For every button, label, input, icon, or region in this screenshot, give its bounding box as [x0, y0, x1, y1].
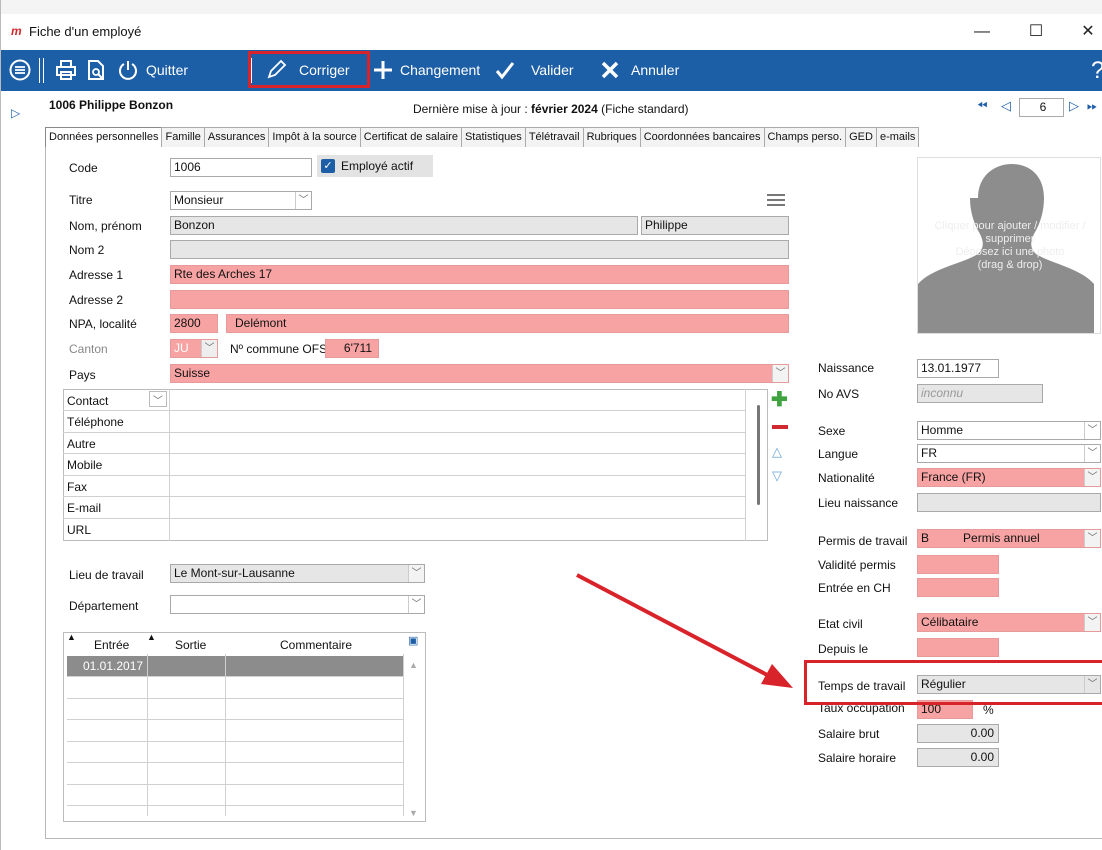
employee-window: m Fiche d'un employé — ☐ ✕ Quitter Corri…: [0, 0, 1102, 850]
annotation-arrow: [576, 573, 793, 688]
